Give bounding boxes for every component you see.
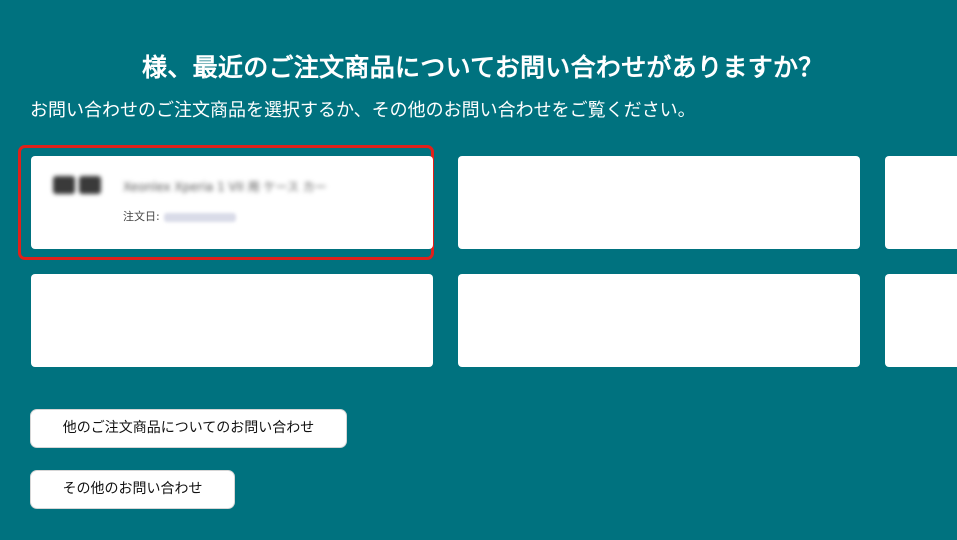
order-card-6[interactable] — [885, 274, 957, 367]
product-thumbnail — [53, 176, 101, 198]
order-date-label: 注文日: — [123, 210, 160, 223]
order-card-2[interactable] — [458, 156, 860, 249]
order-card-3[interactable] — [885, 156, 957, 249]
page-title: 様、最近のご注文商品についてお問い合わせがありますか？ — [142, 53, 824, 82]
inquiry-page: 様、最近のご注文商品についてお問い合わせがありますか？ お問い合わせのご注文商品… — [0, 0, 957, 540]
order-item-name: Xeonlex Xperia 1 VII 用 ケース カー — [123, 180, 327, 194]
page-subtitle: お問い合わせのご注文商品を選択するか、その他のお問い合わせをご覧ください。 — [30, 100, 696, 121]
other-inquiry-button[interactable]: その他のお問い合わせ — [30, 470, 235, 509]
order-card-5[interactable] — [458, 274, 860, 367]
order-card-4[interactable] — [31, 274, 433, 367]
order-card-1[interactable]: Xeonlex Xperia 1 VII 用 ケース カー 注文日: — [31, 156, 433, 249]
order-date: 注文日: — [123, 208, 236, 224]
order-date-value-redacted — [163, 212, 236, 222]
other-order-inquiry-button[interactable]: 他のご注文商品についてのお問い合わせ — [30, 409, 347, 448]
